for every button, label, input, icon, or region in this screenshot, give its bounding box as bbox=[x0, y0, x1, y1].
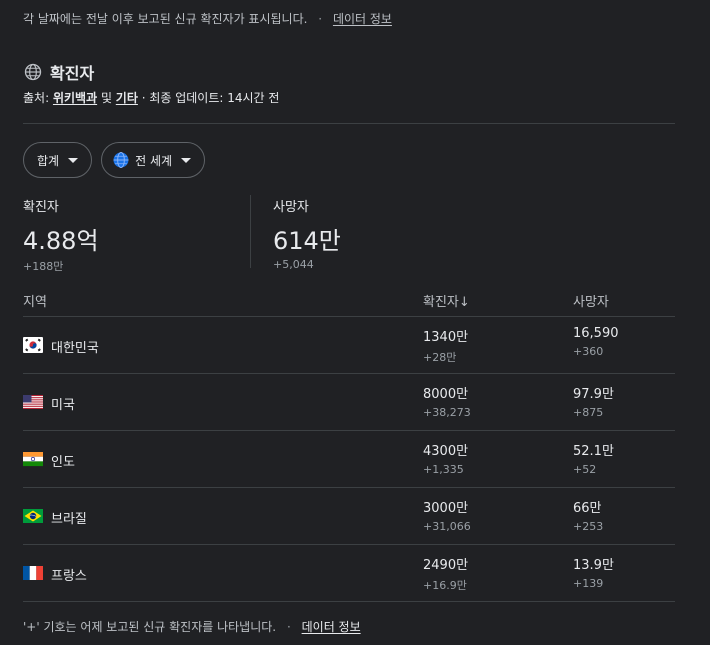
france-flag-icon bbox=[23, 566, 43, 580]
cases-value: 1340만 bbox=[423, 330, 469, 345]
page-title: 확진자 bbox=[50, 64, 95, 83]
world-globe-icon bbox=[113, 152, 129, 168]
table-header: 지역 확진자↓ 사망자 bbox=[23, 289, 675, 317]
footer-note: '+' 기호는 어제 보고된 신규 확진자를 나타냅니다. · 데이터 정보 bbox=[23, 618, 361, 635]
summary-cases-label: 확진자 bbox=[23, 200, 59, 215]
footer-note-text: '+' 기호는 어제 보고된 신규 확진자를 나타냅니다. bbox=[23, 620, 277, 634]
footer-data-info-link[interactable]: 데이터 정보 bbox=[302, 620, 361, 634]
data-info-link[interactable]: 데이터 정보 bbox=[333, 12, 392, 26]
cases-delta: +1,335 bbox=[423, 463, 464, 476]
summary-cases: 확진자 4.88억 +188만 bbox=[23, 196, 99, 274]
source-wikipedia-link[interactable]: 위키백과 bbox=[53, 91, 97, 105]
brazil-flag-icon bbox=[23, 509, 43, 523]
source-line: 출처: 위키백과 및 기타 · 최종 업데이트: 14시간 전 bbox=[23, 89, 279, 106]
deaths-value: 66만 bbox=[573, 501, 602, 516]
deaths-cell: 13.9만 +139 bbox=[573, 554, 614, 590]
cases-value: 4300만 bbox=[423, 444, 469, 459]
table-row[interactable]: 인도 4300만 +1,335 52.1만 +52 bbox=[23, 431, 675, 488]
top-note-text: 각 날짜에는 전날 이후 보고된 신규 확진자가 표시됩니다. bbox=[23, 12, 308, 26]
source-prefix: 출처: bbox=[23, 91, 53, 105]
cases-cell: 4300만 +1,335 bbox=[423, 440, 468, 476]
region-dropdown-label: 전 세계 bbox=[135, 153, 173, 168]
deaths-cell: 52.1만 +52 bbox=[573, 440, 614, 476]
cases-delta: +31,066 bbox=[423, 520, 471, 533]
cases-cell: 8000만 +38,273 bbox=[423, 383, 471, 419]
cases-cell: 1340만 +28만 bbox=[423, 326, 468, 365]
usa-flag-icon bbox=[23, 395, 43, 409]
deaths-delta: +52 bbox=[573, 463, 597, 476]
summary-deaths-delta: +5,044 bbox=[273, 258, 314, 271]
deaths-value: 13.9만 bbox=[573, 558, 614, 573]
table-row[interactable]: 대한민국 1340만 +28만 16,590 +360 bbox=[23, 317, 675, 374]
country-name: 대한민국 bbox=[51, 341, 99, 356]
caret-down-icon bbox=[68, 157, 79, 163]
table-row[interactable]: 프랑스 2490만 +16.9만 13.9만 +139 bbox=[23, 545, 675, 602]
total-dropdown-label: 합계 bbox=[37, 153, 60, 168]
country-name: 브라질 bbox=[51, 512, 87, 527]
cases-delta: +28만 bbox=[423, 351, 457, 364]
country-name: 프랑스 bbox=[51, 569, 87, 584]
india-flag-icon bbox=[23, 452, 43, 467]
cases-delta: +38,273 bbox=[423, 406, 471, 419]
deaths-cell: 16,590 +360 bbox=[573, 326, 619, 358]
summary-deaths-value: 614만 bbox=[273, 227, 341, 255]
cases-cell: 3000만 +31,066 bbox=[423, 497, 471, 533]
deaths-value: 52.1만 bbox=[573, 444, 614, 459]
summary-cases-value: 4.88억 bbox=[23, 227, 99, 255]
deaths-value: 16,590 bbox=[573, 326, 619, 341]
table-row[interactable]: 브라질 3000만 +31,066 66만 +253 bbox=[23, 488, 675, 545]
top-note: 각 날짜에는 전날 이후 보고된 신규 확진자가 표시됩니다. · 데이터 정보 bbox=[23, 10, 392, 27]
cases-delta: +16.9만 bbox=[423, 579, 467, 592]
region-column-header: 지역 bbox=[23, 295, 47, 310]
region-dropdown[interactable]: 전 세계 bbox=[101, 142, 206, 178]
deaths-column-header[interactable]: 사망자 bbox=[573, 291, 609, 310]
cases-cell: 2490만 +16.9만 bbox=[423, 554, 468, 593]
country-table: 지역 확진자↓ 사망자 대한민국 1340만 +28만 16,590 +360 bbox=[23, 289, 675, 602]
source-updated: · 최종 업데이트: 14시간 전 bbox=[137, 91, 280, 105]
cases-column-header[interactable]: 확진자↓ bbox=[423, 291, 470, 310]
cases-value: 2490만 bbox=[423, 558, 469, 573]
source-and: 및 bbox=[97, 91, 116, 105]
divider bbox=[23, 123, 675, 124]
caret-down-icon bbox=[181, 157, 192, 163]
card-header: 확진자 bbox=[23, 60, 94, 84]
table-row[interactable]: 미국 8000만 +38,273 97.9만 +875 bbox=[23, 374, 675, 431]
source-other-link[interactable]: 기타 bbox=[116, 91, 138, 105]
deaths-delta: +253 bbox=[573, 520, 604, 533]
filter-chips: 합계 전 세계 bbox=[23, 142, 206, 178]
globe-icon bbox=[24, 63, 42, 81]
deaths-cell: 97.9만 +875 bbox=[573, 383, 614, 419]
summary-cases-delta: +188만 bbox=[23, 260, 64, 273]
summary-divider bbox=[250, 195, 251, 268]
separator: · bbox=[318, 12, 323, 26]
cases-value: 3000만 bbox=[423, 501, 469, 516]
summary-deaths-label: 사망자 bbox=[273, 200, 309, 215]
country-name: 미국 bbox=[51, 398, 75, 413]
total-dropdown[interactable]: 합계 bbox=[23, 142, 93, 178]
country-name: 인도 bbox=[51, 455, 75, 470]
deaths-delta: +875 bbox=[573, 406, 604, 419]
summary-deaths: 사망자 614만 +5,044 bbox=[273, 196, 341, 271]
separator: · bbox=[286, 620, 291, 634]
cases-value: 8000만 bbox=[423, 387, 469, 402]
korea-flag-icon bbox=[23, 337, 43, 353]
deaths-delta: +139 bbox=[573, 577, 604, 590]
deaths-cell: 66만 +253 bbox=[573, 497, 603, 533]
deaths-value: 97.9만 bbox=[573, 387, 614, 402]
deaths-delta: +360 bbox=[573, 345, 604, 358]
